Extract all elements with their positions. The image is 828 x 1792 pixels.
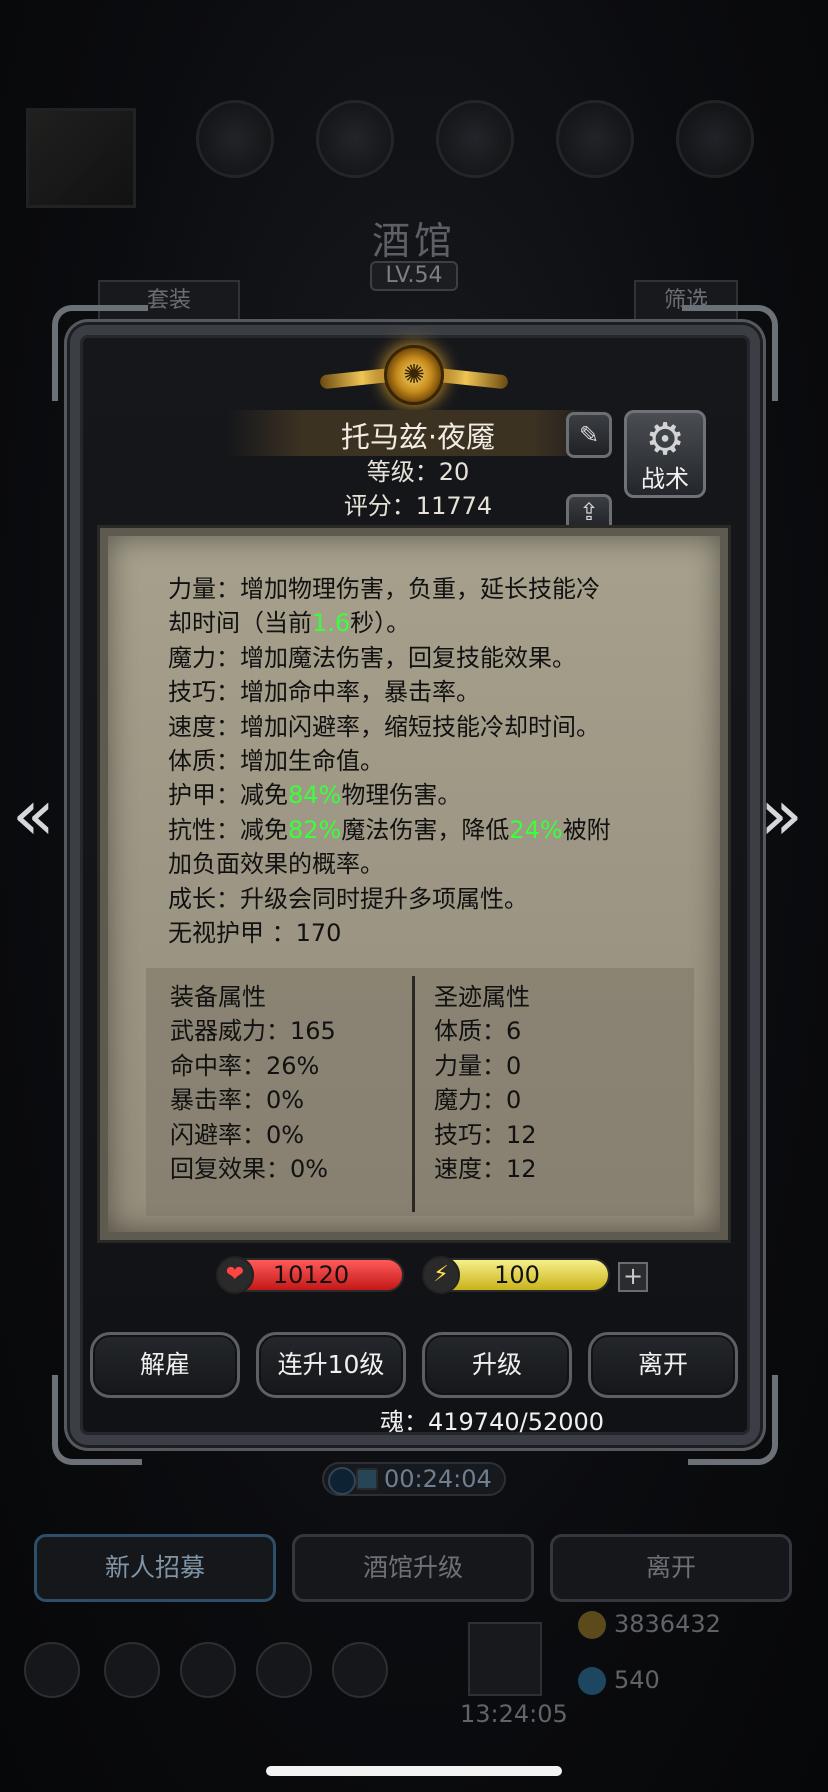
gold-amount: 3836432 (614, 1610, 721, 1638)
speed-desc: 速度：增加闪避率，缩短技能冷却时间。 (168, 712, 600, 741)
relic-stat: 技巧：12 (434, 1120, 537, 1149)
home-indicator[interactable] (266, 1766, 562, 1776)
energy-bar: ⚡ 100 (422, 1256, 610, 1294)
menu-round-icon (676, 100, 754, 178)
background-top-bar (0, 100, 828, 210)
recruit-button: 新人招募 (34, 1534, 276, 1602)
share-button[interactable]: ⇪ (566, 494, 612, 530)
menu-round-icon (316, 100, 394, 178)
strength-desc: 力量：增加物理伤害，负重，延长技能冷 (168, 575, 600, 603)
bottom-nav-icon (104, 1642, 160, 1698)
bottom-nav-icon (24, 1642, 80, 1698)
leave-button[interactable]: 离开 (588, 1332, 738, 1398)
sun-emblem-icon: ✺ (384, 345, 444, 405)
upload-icon: ⇪ (578, 498, 600, 526)
menu-round-icon (196, 100, 274, 178)
tavern-level-badge: LV.54 (370, 261, 458, 291)
menu-round-icon (556, 100, 634, 178)
dialog-emblem: ✺ (319, 343, 509, 413)
heart-icon: ❤ (216, 1256, 254, 1294)
bottom-nav-icon (332, 1642, 388, 1698)
hp-bar: ❤ 10120 (216, 1256, 404, 1294)
chevron-left-icon: « (12, 774, 55, 856)
treasure-chest-icon (468, 1622, 542, 1696)
tactics-button[interactable]: ⚙ 战术 (624, 410, 706, 498)
pencil-icon: ✎ (578, 421, 600, 449)
attribute-descriptions: 力量：增加物理伤害，负重，延长技能冷 却时间（当前1.6秒）。 魔力：增加魔法伤… (168, 572, 788, 950)
gem-icon (578, 1667, 606, 1695)
equipment-stats: 装备属性 武器威力：165 命中率：26% 暴击率：0% 闪避率：0% 回复效果… (170, 980, 336, 1186)
ignore-armor: 无视护甲 ：170 (168, 919, 342, 948)
lightning-icon: ⚡ (422, 1256, 460, 1294)
hero-score: 评分：11774 (343, 492, 493, 520)
gold-coin-icon (578, 1611, 606, 1639)
hero-level: 等级：20 (366, 458, 470, 486)
soul-counter: 魂：419740/52000 (380, 1408, 605, 1436)
previous-hero-button[interactable]: « (12, 780, 55, 850)
equipment-stat: 武器威力：165 (170, 1017, 336, 1046)
cooldown-value: 1.6 (312, 609, 351, 638)
energy-value: 100 (494, 1261, 540, 1289)
gold-counter: 3836432 (578, 1610, 721, 1639)
hero-name: 托马兹·夜魇 (340, 420, 496, 454)
tavern-leave-button: 离开 (550, 1534, 792, 1602)
level-up-button[interactable]: 升级 (422, 1332, 572, 1398)
relic-stats: 圣迹属性 体质：6 力量：0 魔力：0 技巧：12 速度：12 (434, 980, 537, 1186)
magic-desc: 魔力：增加魔法伤害，回复技能效果。 (168, 643, 576, 672)
relic-stats-title: 圣迹属性 (434, 983, 530, 1011)
next-hero-button[interactable]: » (760, 780, 803, 850)
menu-round-icon (436, 100, 514, 178)
level-up-10-button[interactable]: 连升10级 (256, 1332, 406, 1398)
plus-icon: + (622, 1262, 644, 1290)
resist-desc-cont: 加负面效果的概率。 (168, 850, 384, 879)
gem-amount: 540 (614, 1666, 660, 1694)
dismiss-button[interactable]: 解雇 (90, 1332, 240, 1398)
timer-text: 00:24:04 (384, 1465, 492, 1493)
tactics-label: 战术 (641, 465, 689, 493)
chest-timer: 13:24:05 (460, 1700, 568, 1728)
gem-counter: 540 (578, 1666, 660, 1695)
armor-desc: 护甲：减免84%物理伤害。 (168, 781, 462, 810)
relic-stat: 速度：12 (434, 1155, 537, 1184)
bottom-nav-icon (256, 1642, 312, 1698)
equipment-stat: 暴击率：0% (170, 1086, 305, 1115)
relic-stat: 体质：6 (434, 1017, 522, 1046)
tavern-upgrade-button: 酒馆升级 (292, 1534, 534, 1602)
relic-stat: 力量：0 (434, 1051, 522, 1080)
equipment-stat: 命中率：26% (170, 1051, 320, 1080)
bottom-nav-icon (180, 1642, 236, 1698)
armor-value: 84% (288, 781, 342, 810)
player-portrait (26, 108, 136, 208)
resist-desc: 抗性：减免82%魔法伤害，降低24%被附 (168, 815, 611, 844)
add-energy-button[interactable]: + (618, 1262, 648, 1292)
hp-value: 10120 (272, 1261, 350, 1289)
equipment-stats-title: 装备属性 (170, 983, 266, 1011)
rename-button[interactable]: ✎ (566, 412, 612, 458)
constitution-desc: 体质：增加生命值。 (168, 747, 384, 776)
equipment-stat: 回复效果：0% (170, 1155, 329, 1184)
timer-progress (356, 1468, 378, 1490)
chevron-right-icon: » (760, 774, 803, 856)
tavern-title: 酒馆 (371, 219, 456, 263)
skill-desc: 技巧：增加命中率，暴击率。 (168, 678, 480, 707)
divider (412, 976, 415, 1212)
resist-value: 82% (288, 815, 342, 844)
debuff-resist-value: 24% (509, 815, 563, 844)
strength-desc-cont: 却时间（当前1.6秒）。 (168, 609, 411, 638)
recruit-timer: 00:24:04 (322, 1462, 506, 1496)
relic-stat: 魔力：0 (434, 1086, 522, 1115)
equipment-stat: 闪避率：0% (170, 1120, 305, 1149)
growth-desc: 成长：升级会同时提升多项属性。 (168, 884, 528, 913)
